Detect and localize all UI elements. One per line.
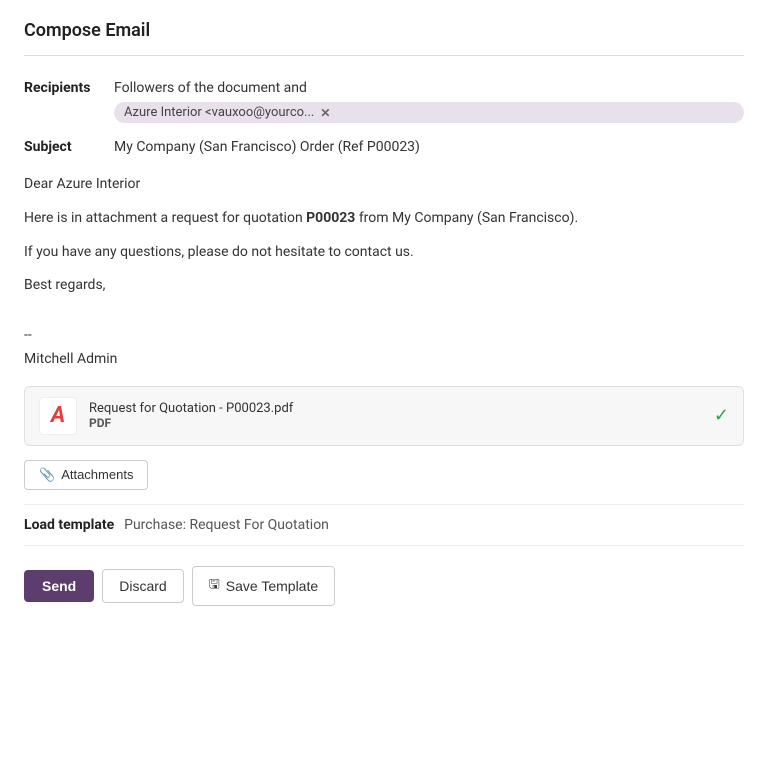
save-template-label: Save Template	[226, 578, 318, 594]
attachment-info: Request for Quotation - P00023.pdf PDF	[89, 401, 293, 430]
greeting: Dear Azure Interior	[24, 173, 744, 197]
attachments-button-label: Attachments	[61, 467, 133, 482]
body-line1-before: Here is in attachment a request for quot…	[24, 210, 306, 226]
attachment-section: A Request for Quotation - P00023.pdf PDF…	[24, 386, 744, 446]
attachment-left: A Request for Quotation - P00023.pdf PDF	[39, 397, 293, 435]
pdf-icon: A	[39, 397, 77, 435]
body-line1-bold: P00023	[306, 210, 355, 226]
body-line2: If you have any questions, please do not…	[24, 241, 744, 265]
discard-button[interactable]: Discard	[102, 569, 183, 603]
send-button[interactable]: Send	[24, 570, 94, 602]
subject-label: Subject	[24, 135, 114, 155]
pdf-icon-symbol: A	[51, 405, 65, 427]
attachment-filename: Request for Quotation - P00023.pdf	[89, 401, 293, 416]
body-line1-after: from My Company (San Francisco).	[355, 210, 578, 226]
signature-separator: --	[24, 324, 744, 348]
recipient-tag-name: Azure Interior <vauxoo@yourco...	[124, 105, 314, 120]
body-line1: Here is in attachment a request for quot…	[24, 207, 744, 231]
save-template-button[interactable]: 🖫 Save Template	[192, 566, 335, 606]
recipients-label: Recipients	[24, 76, 114, 96]
template-value[interactable]: Purchase: Request For Quotation	[124, 517, 329, 533]
attachments-button[interactable]: 📎 Attachments	[24, 460, 148, 490]
compose-email-container: Compose Email Recipients Followers of th…	[0, 0, 768, 626]
recipient-tag[interactable]: Azure Interior <vauxoo@yourco... ✕	[114, 102, 744, 123]
email-body: Dear Azure Interior Here is in attachmen…	[24, 167, 744, 324]
attachment-check-icon: ✓	[714, 405, 729, 426]
template-label: Load template	[24, 517, 114, 533]
recipients-container: Followers of the document and Azure Inte…	[114, 80, 744, 123]
subject-row: Subject My Company (San Francisco) Order…	[24, 135, 744, 155]
header-divider	[24, 55, 744, 56]
template-row: Load template Purchase: Request For Quot…	[24, 504, 744, 546]
email-signature: -- Mitchell Admin	[24, 324, 744, 372]
recipients-row: Recipients Followers of the document and…	[24, 76, 744, 123]
attachment-filetype: PDF	[89, 416, 293, 430]
body-closing: Best regards,	[24, 274, 744, 298]
page-title: Compose Email	[24, 20, 744, 41]
recipients-text: Followers of the document and	[114, 80, 744, 96]
signature-name: Mitchell Admin	[24, 348, 744, 372]
recipient-tag-close[interactable]: ✕	[320, 106, 330, 120]
subject-value: My Company (San Francisco) Order (Ref P0…	[114, 135, 744, 155]
footer-buttons: Send Discard 🖫 Save Template	[24, 562, 744, 606]
paperclip-icon: 📎	[39, 467, 55, 483]
save-template-icon: 🖫	[209, 575, 220, 597]
recipients-field: Followers of the document and Azure Inte…	[114, 76, 744, 123]
